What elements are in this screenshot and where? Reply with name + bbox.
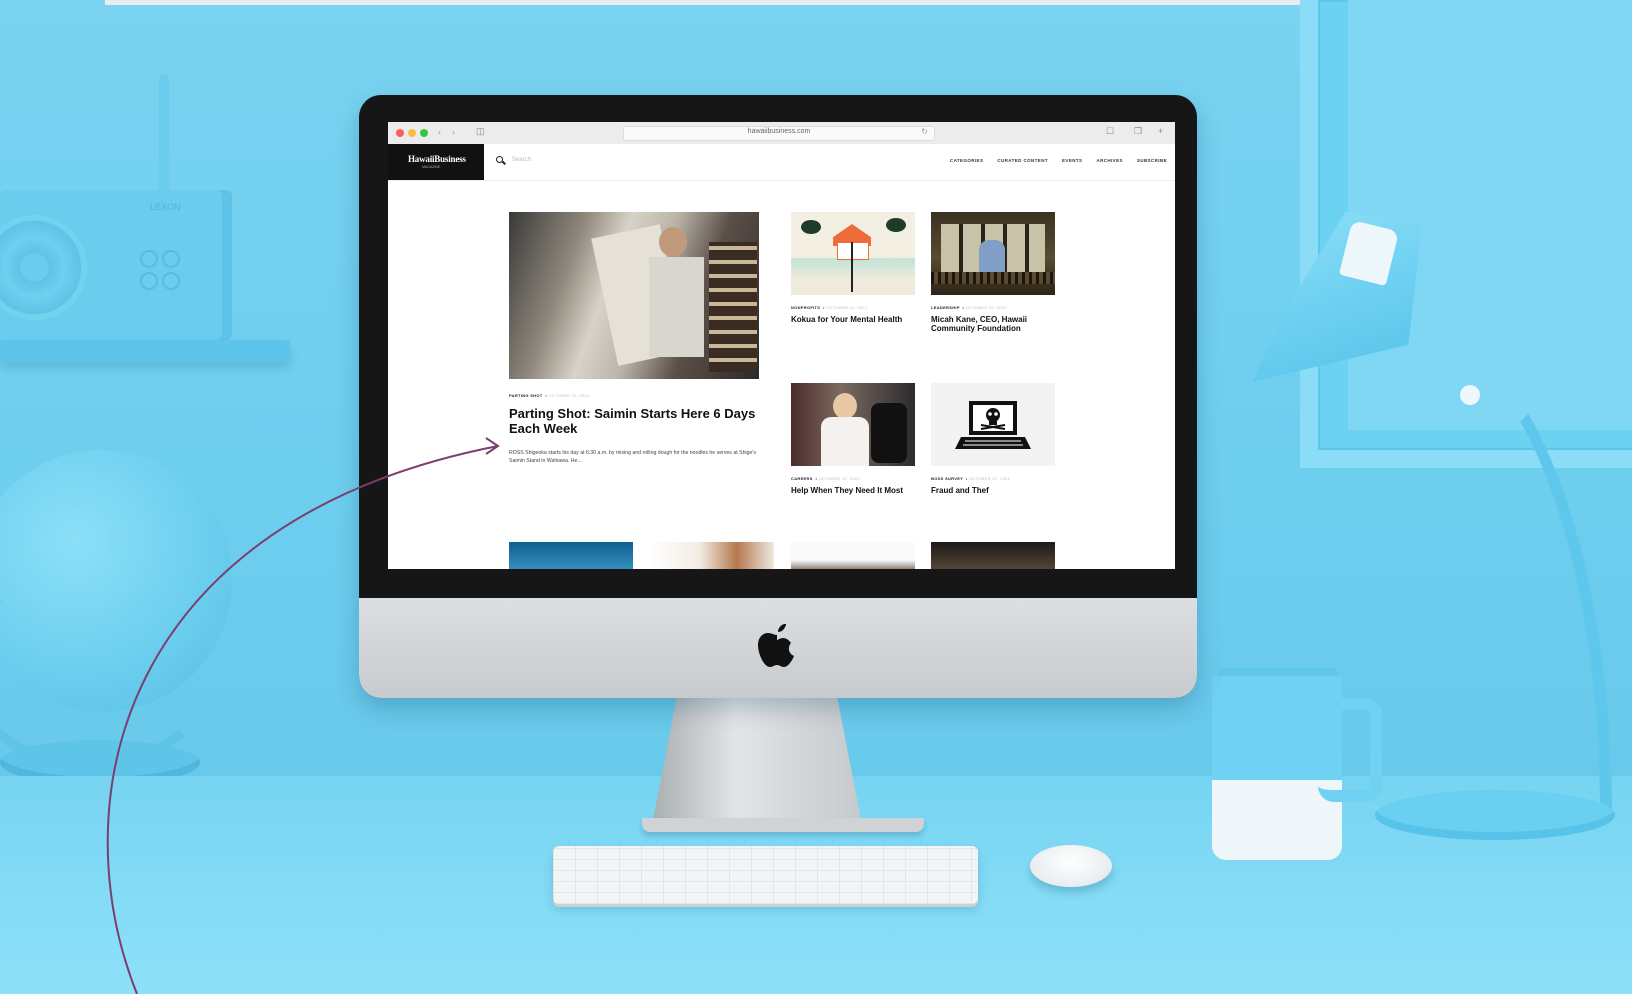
card-kicker: LEADERSHIP • OCTOBER 22, 2021 xyxy=(931,305,1007,310)
new-tab-icon[interactable]: + xyxy=(1158,126,1163,136)
featured-headline[interactable]: Parting Shot: Saimin Starts Here 6 Days … xyxy=(509,406,771,437)
card-headline[interactable]: Micah Kane, CEO, Hawaii Community Founda… xyxy=(931,315,1041,334)
featured-date: OCTOBER 22, 2021 xyxy=(548,393,590,398)
card-category[interactable]: NONPROFITS xyxy=(791,305,820,310)
card-kicker: BOSS SURVEY • OCTOBER 22, 2021 xyxy=(931,476,1011,481)
logo-text: HawaiiBusiness xyxy=(408,154,466,164)
mug-handle xyxy=(1318,698,1382,802)
tabs-icon[interactable]: ❐ xyxy=(1134,126,1142,137)
card-image[interactable] xyxy=(931,212,1055,295)
card-date: OCTOBER 22, 2021 xyxy=(965,305,1007,310)
card-image[interactable] xyxy=(509,542,633,569)
featured-excerpt: ROSS Shigeoka starts his day at 6:30 a.m… xyxy=(509,450,756,464)
featured-category[interactable]: PARTING SHOT xyxy=(509,393,543,398)
card-date: OCTOBER 22, 2021 xyxy=(818,476,860,481)
card-date: OCTOBER 22, 2021 xyxy=(826,305,868,310)
featured-kicker: PARTING SHOT • OCTOBER 22, 2021 xyxy=(509,393,590,398)
nav-item-archives[interactable]: ARCHIVES xyxy=(1096,158,1122,163)
nav-item-events[interactable]: EVENTS xyxy=(1062,158,1082,163)
imac-stand xyxy=(652,695,862,825)
nav-item-curated-content[interactable]: CURATED CONTENT xyxy=(997,158,1048,163)
radio-knob xyxy=(140,250,158,268)
sidebar-icon[interactable]: ◫ xyxy=(476,126,485,137)
card-category[interactable]: LEADERSHIP xyxy=(931,305,960,310)
person-head xyxy=(659,227,687,257)
radio-brand-label: LEXON xyxy=(150,202,181,212)
card-image[interactable] xyxy=(931,383,1055,466)
share-icon[interactable]: ☐ xyxy=(1106,126,1114,137)
mouse xyxy=(1030,845,1112,887)
person-shirt xyxy=(821,417,869,466)
person-shirt xyxy=(649,257,704,357)
url-text: hawaiibusiness.com xyxy=(747,128,811,135)
radio-knob xyxy=(162,250,180,268)
house xyxy=(837,242,869,260)
nav-item-categories[interactable]: CATEGORIES xyxy=(950,158,983,163)
featured-image[interactable] xyxy=(509,212,759,379)
browser-toolbar: ‹ › ◫ hawaiibusiness.com ↻ ☐ ❐ + xyxy=(388,122,1175,145)
logo-subtext: MAGAZINE xyxy=(422,165,441,169)
back-icon[interactable]: ‹ xyxy=(438,127,441,137)
shelf xyxy=(0,340,290,362)
pole xyxy=(851,242,853,292)
person-head xyxy=(833,393,857,419)
person xyxy=(979,240,1005,272)
site-logo[interactable]: HawaiiBusiness MAGAZINE xyxy=(388,144,484,180)
address-bar[interactable]: hawaiibusiness.com ↻ xyxy=(623,126,935,141)
card-kicker: CAREERS • OCTOBER 22, 2021 xyxy=(791,476,860,481)
nav-item-subscribe[interactable]: SUBSCRIBE xyxy=(1137,158,1167,163)
card-image[interactable] xyxy=(791,542,915,569)
forward-icon[interactable]: › xyxy=(452,127,455,137)
maximize-window-button[interactable] xyxy=(420,129,428,137)
card-image[interactable] xyxy=(931,542,1055,569)
card-image[interactable] xyxy=(791,383,915,466)
lamp-base xyxy=(1375,790,1615,840)
shelves xyxy=(709,242,757,372)
card-headline[interactable]: Help When They Need It Most xyxy=(791,486,921,495)
website-screen: ‹ › ◫ hawaiibusiness.com ↻ ☐ ❐ + HawaiiB… xyxy=(388,122,1175,569)
card-category[interactable]: CAREERS xyxy=(791,476,813,481)
card-kicker: NONPROFITS • OCTOBER 22, 2021 xyxy=(791,305,868,310)
radio-knob xyxy=(140,272,158,290)
minimize-window-button[interactable] xyxy=(408,129,416,137)
railing xyxy=(931,272,1055,284)
search-icon[interactable] xyxy=(496,156,503,163)
card-date: OCTOBER 22, 2021 xyxy=(969,476,1011,481)
lamp-joint xyxy=(1460,385,1480,405)
apple-logo-icon xyxy=(758,624,794,667)
palm-tree xyxy=(886,218,906,232)
card-headline[interactable]: Kokua for Your Mental Health xyxy=(791,315,921,324)
site-header: HawaiiBusiness MAGAZINE Search CATEGORIE… xyxy=(388,144,1175,181)
card-image[interactable] xyxy=(650,542,774,569)
laptop-skull-icon xyxy=(955,401,1031,449)
desk-scene: LEXON ‹ › ◫ hawaiibusiness.com ↻ ☐ ❐ + H… xyxy=(0,0,1632,994)
keyboard xyxy=(553,846,978,904)
radio-knob xyxy=(162,272,180,290)
close-window-button[interactable] xyxy=(396,129,404,137)
reload-icon[interactable]: ↻ xyxy=(921,127,928,136)
card-headline[interactable]: Fraud and Thef xyxy=(931,486,1061,495)
imac-stand-foot xyxy=(642,818,924,832)
main-nav: CATEGORIES CURATED CONTENT EVENTS ARCHIV… xyxy=(950,158,1167,163)
search-input[interactable]: Search xyxy=(512,157,531,163)
chair xyxy=(871,403,907,463)
card-image[interactable] xyxy=(791,212,915,295)
palm-tree xyxy=(801,220,821,234)
card-category[interactable]: BOSS SURVEY xyxy=(931,476,963,481)
radio-antenna xyxy=(159,74,169,194)
